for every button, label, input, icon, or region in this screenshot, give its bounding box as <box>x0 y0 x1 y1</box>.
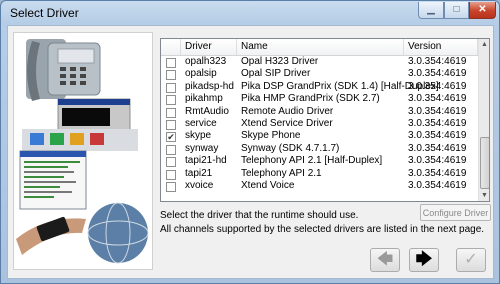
driver-checkbox[interactable] <box>166 70 176 81</box>
driver-id: xvoice <box>185 179 214 191</box>
driver-checkbox[interactable] <box>166 107 176 118</box>
driver-id: skype <box>185 130 212 142</box>
maximize-button[interactable]: □ <box>444 2 469 19</box>
instruction-text: Select the driver that the runtime shoul… <box>160 210 359 221</box>
column-header-name[interactable]: Name <box>237 39 404 55</box>
driver-name: Skype Phone <box>241 130 301 142</box>
back-button[interactable]: 🡄 <box>370 248 400 272</box>
driver-list[interactable]: Driver Name Version opalh323 Opal H323 Dr… <box>160 38 490 202</box>
driver-checkbox[interactable] <box>166 95 176 106</box>
driver-version: 3.0.354:4619 <box>408 142 467 154</box>
title-bar[interactable]: Select Driver ▁ □ ✕ <box>1 1 499 25</box>
driver-checkbox[interactable]: ✔ <box>166 132 176 143</box>
driver-id: tapi21-hd <box>185 155 227 167</box>
driver-id: service <box>185 117 217 129</box>
driver-rows: opalh323 Opal H323 Driver 3.0.354:4619 opal… <box>161 56 478 192</box>
driver-name: Telephony API 2.1 <box>241 167 322 179</box>
driver-id: pikahmp <box>185 93 223 105</box>
driver-version: 3.0.354:4619 <box>408 117 467 129</box>
driver-version: 3.0.354:4619 <box>408 80 467 92</box>
driver-checkbox[interactable] <box>166 181 176 192</box>
driver-version: 3.0.354:4619 <box>408 155 467 167</box>
driver-checkbox[interactable] <box>166 144 176 155</box>
select-driver-window: Select Driver ▁ □ ✕ Driver Name Version … <box>0 0 500 284</box>
table-row[interactable]: opalsip Opal SIP Driver 3.0.354:4619 <box>161 68 478 81</box>
driver-checkbox[interactable] <box>166 157 176 168</box>
minimize-button[interactable]: ▁ <box>418 2 444 19</box>
driver-name: Xtend Voice <box>241 179 295 191</box>
driver-version: 3.0.354:4619 <box>408 56 467 67</box>
driver-version: 3.0.354:4619 <box>408 93 467 105</box>
table-row[interactable]: service Xtend Service Driver 3.0.354:4619 <box>161 118 478 130</box>
back-arrow-icon: 🡄 <box>376 251 394 268</box>
driver-name: Synway (SDK 4.7.1.7) <box>241 142 340 154</box>
driver-name: Opal SIP Driver <box>241 68 311 80</box>
table-row[interactable]: pikadsp-hd Pika DSP GrandPrix (SDK 1.4) [… <box>161 81 478 93</box>
close-button[interactable]: ✕ <box>469 2 496 19</box>
checkmark-icon: ✓ <box>464 251 478 268</box>
driver-name: Opal H323 Driver <box>241 56 319 67</box>
column-header-driver[interactable]: Driver <box>181 39 237 55</box>
table-row[interactable]: opalh323 Opal H323 Driver 3.0.354:4619 <box>161 56 478 68</box>
list-header: Driver Name Version <box>161 39 478 56</box>
scroll-up-icon[interactable]: ▲ <box>479 39 489 50</box>
driver-version: 3.0.354:4619 <box>408 105 467 117</box>
driver-name: Xtend Service Driver <box>241 117 333 129</box>
configure-driver-button[interactable]: Configure Driver <box>420 204 491 221</box>
driver-version: 3.0.354:4619 <box>408 68 467 80</box>
driver-id: opalsip <box>185 68 217 80</box>
table-row[interactable]: tapi21-hd Telephony API 2.1 [Half-Duplex]… <box>161 155 478 168</box>
driver-version: 3.0.354:4619 <box>408 179 467 191</box>
next-arrow-icon: 🡆 <box>415 251 433 268</box>
driver-version: 3.0.354:4619 <box>408 167 467 179</box>
table-row[interactable]: synway Synway (SDK 4.7.1.7) 3.0.354:4619 <box>161 143 478 155</box>
driver-name: Remote Audio Driver <box>241 105 334 117</box>
column-header-version[interactable]: Version <box>404 39 478 55</box>
driver-name: Telephony API 2.1 [Half-Duplex] <box>241 155 383 167</box>
driver-checkbox[interactable] <box>166 58 176 68</box>
driver-name: Pika HMP GrandPrix (SDK 2.7) <box>241 93 380 105</box>
window-title: Select Driver <box>10 6 79 20</box>
driver-checkbox[interactable] <box>166 82 176 93</box>
scroll-down-icon[interactable]: ▼ <box>479 190 489 201</box>
telephony-illustration <box>14 33 152 269</box>
table-row[interactable]: xvoice Xtend Voice 3.0.354:4619 <box>161 180 478 192</box>
table-row[interactable]: pikahmp Pika HMP GrandPrix (SDK 2.7) 3.0.3… <box>161 93 478 106</box>
driver-id: tapi21 <box>185 167 213 179</box>
driver-checkbox[interactable] <box>166 169 176 180</box>
vertical-scrollbar[interactable]: ▲ ▼ <box>478 39 489 201</box>
dialog-body: Driver Name Version opalh323 Opal H323 Dr… <box>7 25 494 279</box>
driver-id: synway <box>185 142 219 154</box>
column-header-check[interactable] <box>161 39 181 55</box>
wizard-illustration <box>13 32 153 270</box>
table-row[interactable]: ✔ skype Skype Phone 3.0.354:4619 <box>161 130 478 143</box>
channels-note-text: All channels supported by the selected d… <box>160 224 485 235</box>
driver-id: RmtAudio <box>185 105 229 117</box>
next-button[interactable]: 🡆 <box>409 248 439 272</box>
scroll-thumb[interactable] <box>480 137 489 189</box>
driver-id: pikadsp-hd <box>185 80 234 92</box>
table-row[interactable]: RmtAudio Remote Audio Driver 3.0.354:4619 <box>161 106 478 118</box>
table-row[interactable]: tapi21 Telephony API 2.1 3.0.354:4619 <box>161 168 478 180</box>
driver-id: opalh323 <box>185 56 227 67</box>
driver-checkbox[interactable] <box>166 119 176 130</box>
finish-button[interactable]: ✓ <box>456 248 486 272</box>
driver-version: 3.0.354:4619 <box>408 130 467 142</box>
